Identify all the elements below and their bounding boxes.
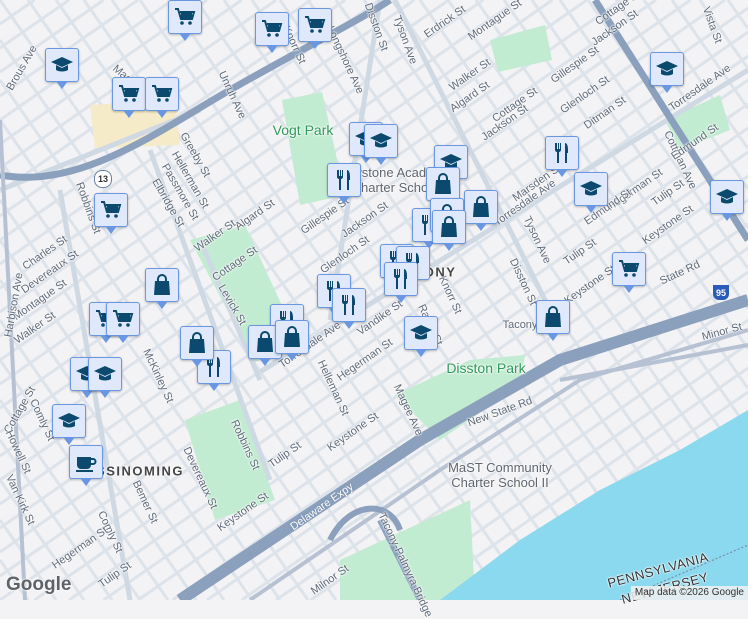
map-attribution[interactable]: Map data ©2026 Google xyxy=(631,586,748,600)
grad-cap-icon xyxy=(715,185,739,209)
bag-icon xyxy=(469,195,493,219)
fork-knife-marker[interactable] xyxy=(545,136,579,170)
grad-cap-marker[interactable] xyxy=(45,48,79,82)
bag-marker[interactable] xyxy=(432,210,466,244)
grad-cap-icon xyxy=(93,362,117,386)
interstate-95-shield: 95 xyxy=(713,285,729,300)
cart-marker[interactable] xyxy=(145,77,179,111)
bag-icon xyxy=(280,325,304,349)
bag-marker[interactable] xyxy=(426,167,460,201)
bag-icon xyxy=(185,331,209,355)
bag-marker[interactable] xyxy=(180,326,214,360)
cart-marker[interactable] xyxy=(94,193,128,227)
bag-icon xyxy=(150,273,174,297)
cart-icon xyxy=(617,257,641,281)
bag-icon xyxy=(431,172,455,196)
grad-cap-icon xyxy=(655,57,679,81)
grad-cap-marker[interactable] xyxy=(404,316,438,350)
cart-marker[interactable] xyxy=(106,302,140,336)
cart-icon xyxy=(111,307,135,331)
bag-marker[interactable] xyxy=(536,300,570,334)
cart-icon xyxy=(99,198,123,222)
grad-cap-icon xyxy=(57,409,81,433)
grad-cap-icon xyxy=(50,53,74,77)
cart-marker[interactable] xyxy=(255,12,289,46)
grad-cap-marker[interactable] xyxy=(88,357,122,391)
grad-cap-marker[interactable] xyxy=(650,52,684,86)
cart-marker[interactable] xyxy=(298,8,332,42)
fork-knife-marker[interactable] xyxy=(327,163,361,197)
grad-cap-icon xyxy=(409,321,433,345)
cart-icon xyxy=(260,17,284,41)
grad-cap-marker[interactable] xyxy=(710,180,744,214)
coffee-icon xyxy=(74,450,98,474)
fork-knife-icon xyxy=(332,168,356,192)
cart-icon xyxy=(117,82,141,106)
cart-icon xyxy=(150,82,174,106)
bag-marker[interactable] xyxy=(145,268,179,302)
grad-cap-marker[interactable] xyxy=(364,124,398,158)
fork-knife-icon xyxy=(337,293,361,317)
fork-knife-icon xyxy=(389,267,413,291)
grad-cap-icon xyxy=(579,177,603,201)
cart-icon xyxy=(303,13,327,37)
cart-icon xyxy=(173,5,197,29)
fork-knife-marker[interactable] xyxy=(332,288,366,322)
grad-cap-marker[interactable] xyxy=(574,172,608,206)
bag-icon xyxy=(541,305,565,329)
cart-marker[interactable] xyxy=(612,252,646,286)
cart-marker[interactable] xyxy=(112,77,146,111)
cart-marker[interactable] xyxy=(168,0,202,34)
route-13-shield: 13 xyxy=(94,170,112,188)
grad-cap-icon xyxy=(369,129,393,153)
grad-cap-marker[interactable] xyxy=(52,404,86,438)
bag-icon xyxy=(437,215,461,239)
bag-marker[interactable] xyxy=(464,190,498,224)
bag-marker[interactable] xyxy=(275,320,309,354)
google-logo: Google xyxy=(6,574,71,596)
fork-knife-icon xyxy=(550,141,574,165)
fork-knife-marker[interactable] xyxy=(384,262,418,296)
coffee-marker[interactable] xyxy=(69,445,103,479)
bag-icon xyxy=(253,330,277,354)
